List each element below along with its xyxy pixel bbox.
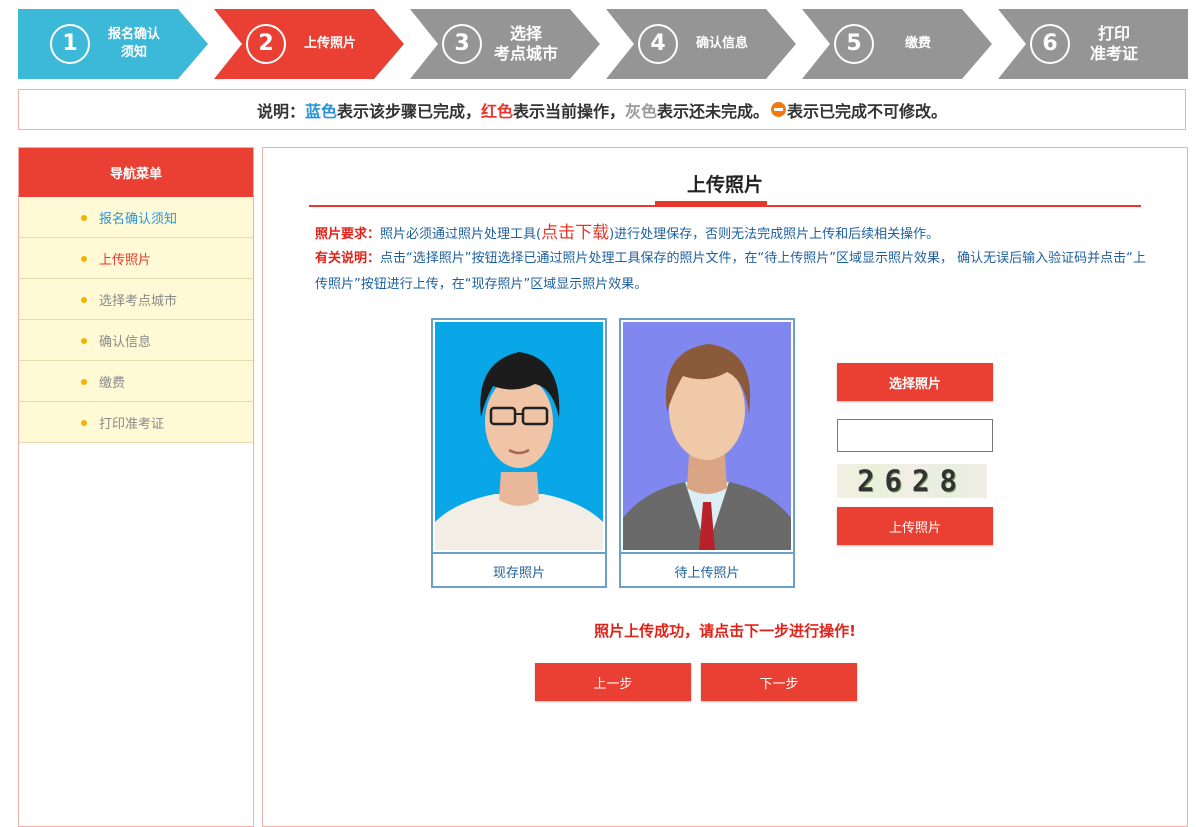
prev-step-button[interactable]: 上一步 <box>535 663 691 701</box>
upload-instructions: 有关说明：点击“选择照片”按钮选择已通过照片处理工具保存的照片文件，在“待上传照… <box>315 246 1155 298</box>
step-3-number: 3 <box>442 24 482 64</box>
title-divider <box>309 205 1141 207</box>
select-photo-button[interactable]: 选择照片 <box>837 363 993 401</box>
step-6-number: 6 <box>1030 24 1070 64</box>
step-5-number: 5 <box>834 24 874 64</box>
current-photo-frame: 现存照片 <box>431 318 607 588</box>
captcha-text: 2628 <box>857 464 967 498</box>
step-5: 5 缴费 <box>802 9 992 79</box>
bullet-icon <box>81 338 87 344</box>
sidebar-item-label: 缴费 <box>99 375 126 391</box>
captcha-image[interactable]: 2628 <box>837 464 987 498</box>
sidebar-item-label: 选择考点城市 <box>99 293 178 309</box>
step-1: 1 报名确认 须知 <box>18 9 208 79</box>
legend-bar: 说明： 蓝色 表示该步骤已完成， 红色 表示当前操作， 灰色 表示还未完成。 表… <box>18 89 1186 130</box>
step-1-number: 1 <box>50 24 90 64</box>
lock-minus-icon <box>771 102 787 117</box>
bullet-icon <box>81 379 87 385</box>
photo-requirement: 照片要求：照片必须通过照片处理工具(点击下载)进行处理保存，否则无法完成照片上传… <box>315 220 1155 248</box>
upload-photo-button[interactable]: 上传照片 <box>837 507 993 545</box>
main-panel: 上传照片 照片要求：照片必须通过照片处理工具(点击下载)进行处理保存，否则无法完… <box>262 147 1188 827</box>
sidebar-item-print-ticket[interactable]: 打印准考证 <box>19 402 253 443</box>
sidebar-item-notice[interactable]: 报名确认须知 <box>19 197 253 238</box>
legend-gray-text: 表示还未完成。 <box>657 101 770 121</box>
download-tool-link[interactable]: 点击下载 <box>541 223 609 243</box>
current-photo-caption: 现存照片 <box>433 552 605 588</box>
legend-blue-word: 蓝色 <box>304 101 337 121</box>
legend-lock-text: 表示已完成不可修改。 <box>787 101 948 121</box>
legend-red-word: 红色 <box>480 101 513 121</box>
sidebar-item-upload-photo[interactable]: 上传照片 <box>19 238 253 279</box>
step-6: 6 打印 准考证 <box>998 9 1188 79</box>
instructions-text: 点击“选择照片”按钮选择已通过照片处理工具保存的照片文件，在“待上传照片”区域显… <box>315 251 1146 292</box>
sidebar-item-select-city[interactable]: 选择考点城市 <box>19 279 253 320</box>
sidebar-nav: 导航菜单 报名确认须知 上传照片 选择考点城市 确认信息 缴费 打印准考证 <box>18 147 254 827</box>
sidebar-item-label: 报名确认须知 <box>99 211 178 227</box>
sidebar-item-label: 上传照片 <box>99 252 152 268</box>
pending-photo-frame: 待上传照片 <box>619 318 795 588</box>
step-6-label: 打印 准考证 <box>1089 24 1138 63</box>
requirement-text-1: 照片必须通过照片处理工具( <box>380 227 542 242</box>
sidebar-title: 导航菜单 <box>19 148 253 197</box>
step-2: 2 上传照片 <box>214 9 404 79</box>
step-4-label: 确认信息 <box>695 36 748 51</box>
legend-prefix: 说明： <box>256 101 305 121</box>
bullet-icon <box>81 420 87 426</box>
step-3-label: 选择 考点城市 <box>493 24 558 63</box>
pending-photo-caption: 待上传照片 <box>621 552 793 588</box>
step-5-label: 缴费 <box>904 36 931 51</box>
sidebar-item-confirm-info[interactable]: 确认信息 <box>19 320 253 361</box>
step-2-number: 2 <box>246 24 286 64</box>
legend-red-text: 表示当前操作， <box>513 101 626 121</box>
requirement-text-2: )进行处理保存，否则无法完成照片上传和后续相关操作。 <box>609 227 940 242</box>
sidebar-item-label: 确认信息 <box>99 334 152 350</box>
sidebar-item-payment[interactable]: 缴费 <box>19 361 253 402</box>
bullet-icon <box>81 215 87 221</box>
next-step-button[interactable]: 下一步 <box>701 663 857 701</box>
captcha-input[interactable] <box>837 419 993 452</box>
current-photo-image <box>435 322 603 550</box>
bullet-icon <box>81 256 87 262</box>
instructions-label: 有关说明： <box>315 251 381 266</box>
title-underline <box>655 201 767 205</box>
step-3: 3 选择 考点城市 <box>410 9 600 79</box>
progress-steps: 1 报名确认 须知 2 上传照片 3 选择 考点城市 4 确认信息 5 缴费 6… <box>18 9 1188 79</box>
step-4: 4 确认信息 <box>606 9 796 79</box>
step-2-label: 上传照片 <box>303 36 356 51</box>
step-1-label: 报名确认 须知 <box>107 27 160 60</box>
sidebar-item-label: 打印准考证 <box>99 416 165 432</box>
success-message: 照片上传成功，请点击下一步进行操作! <box>594 622 856 640</box>
step-4-number: 4 <box>638 24 678 64</box>
legend-blue-text: 表示该步骤已完成， <box>336 101 481 121</box>
legend-gray-word: 灰色 <box>625 101 658 121</box>
page-title: 上传照片 <box>686 174 763 196</box>
requirement-label: 照片要求： <box>315 227 381 242</box>
bullet-icon <box>81 297 87 303</box>
pending-photo-image <box>623 322 791 550</box>
